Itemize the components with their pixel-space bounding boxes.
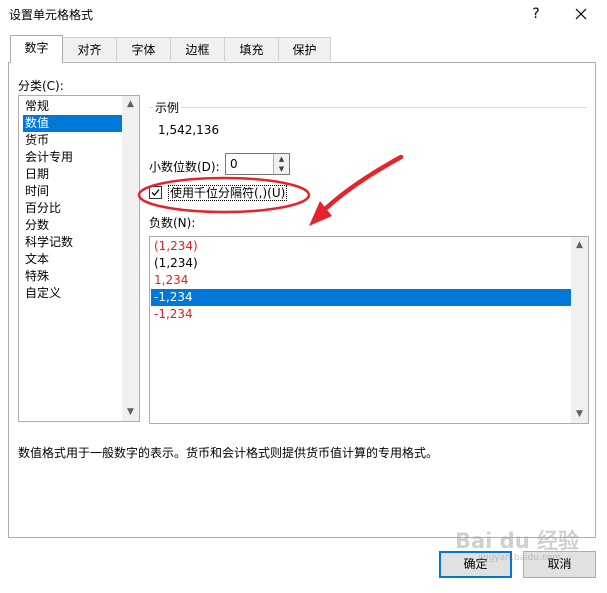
annotation-overlay — [137, 154, 404, 226]
annotation-arrow-icon — [309, 154, 404, 226]
annotation-ellipse — [137, 176, 311, 214]
baidu-watermark: Bai du 经验 — [455, 529, 579, 553]
baidu-watermark-url: jingyan.baidu.com — [478, 553, 562, 563]
tab-number[interactable]: 数字 — [10, 35, 63, 63]
